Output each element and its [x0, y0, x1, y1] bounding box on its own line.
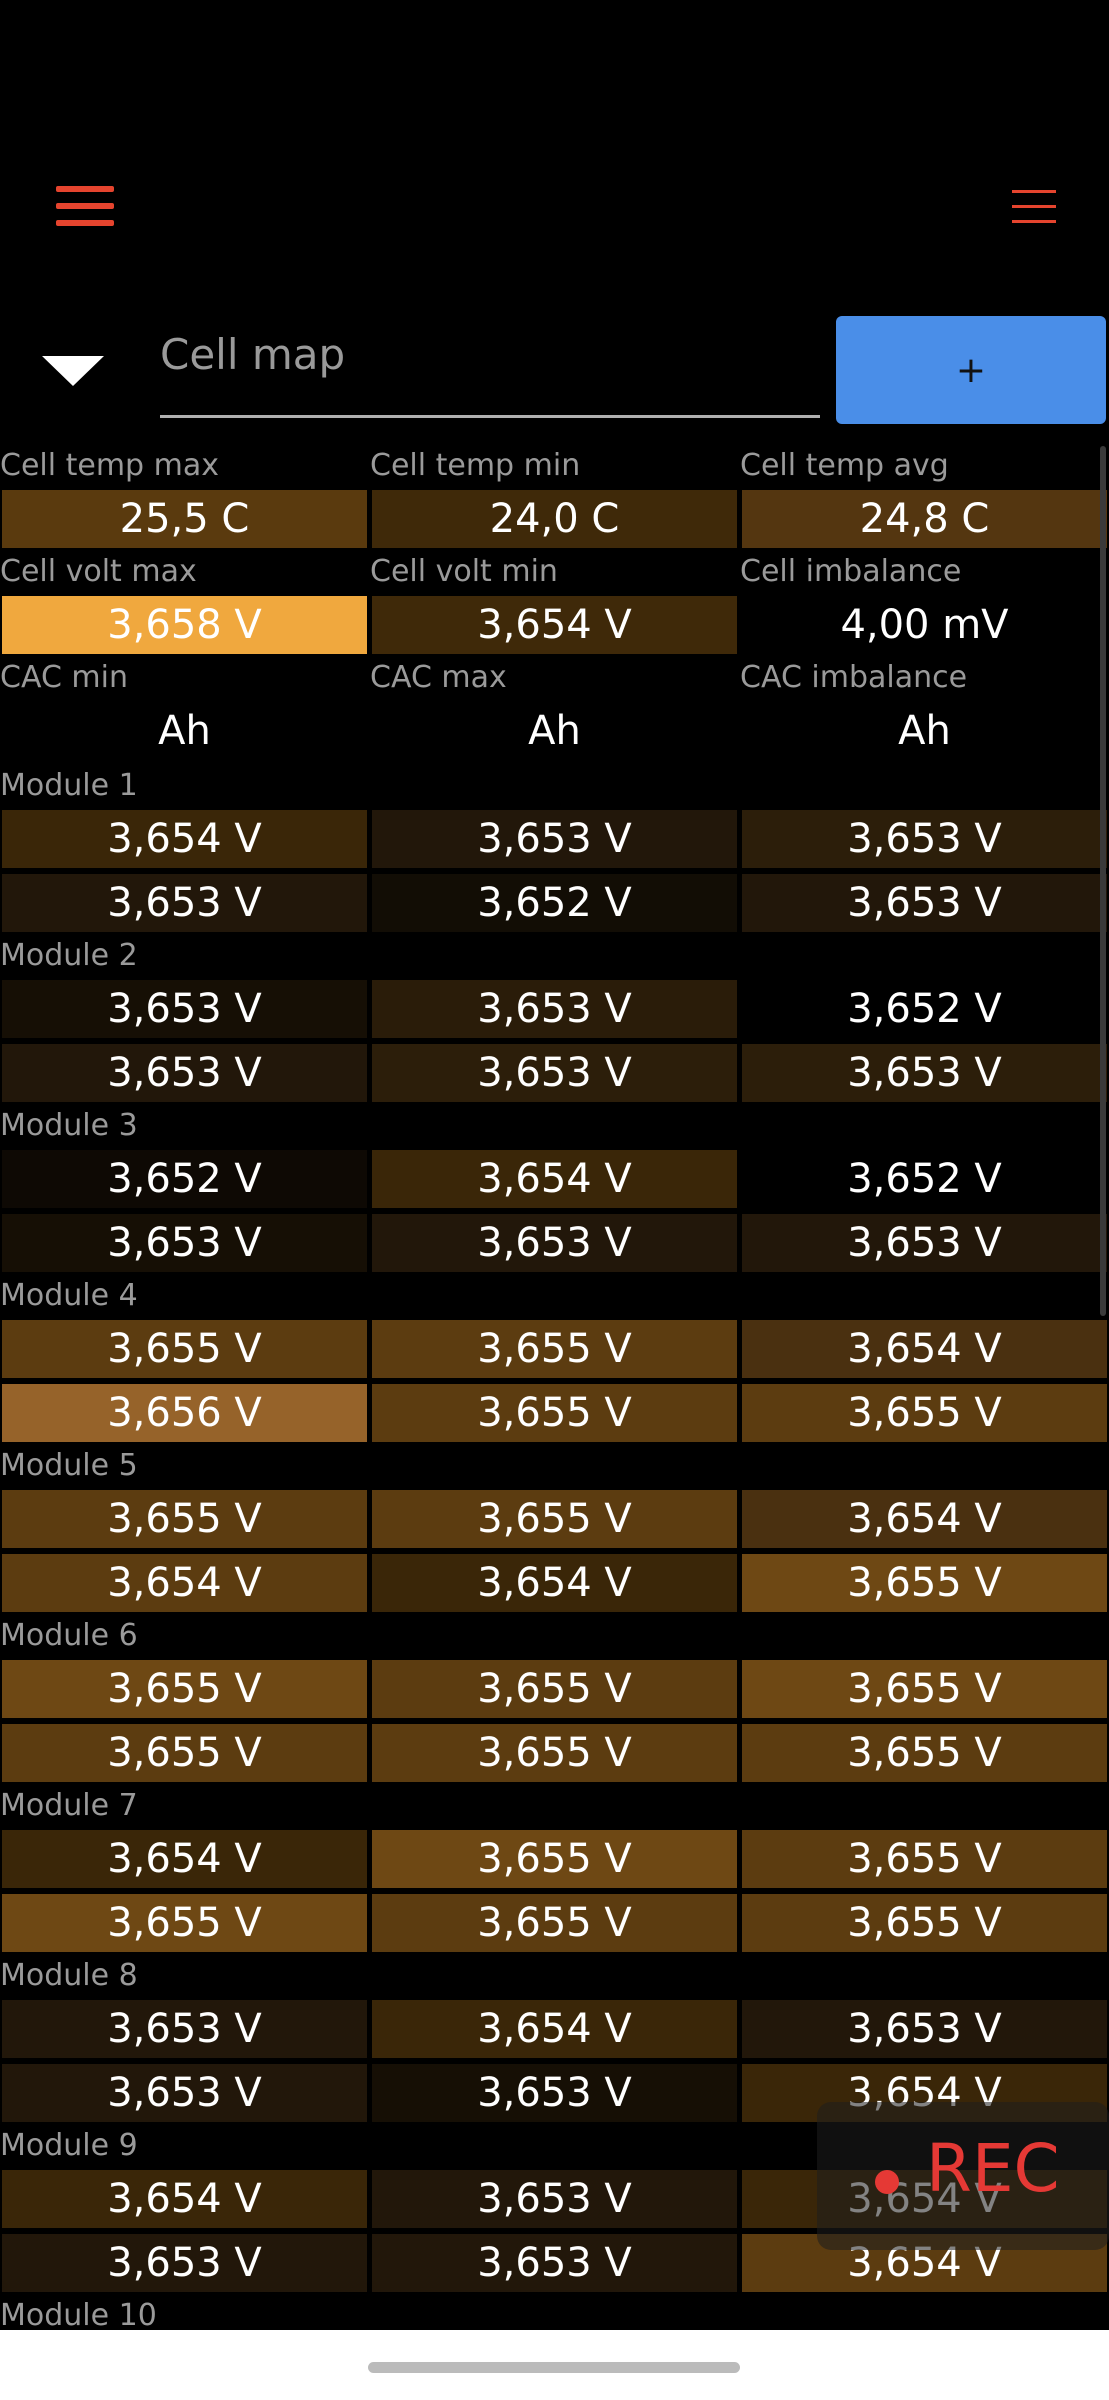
add-button[interactable]: +: [836, 316, 1106, 424]
cell-voltage[interactable]: 3,655 V: [372, 1320, 737, 1378]
cell-voltage[interactable]: 3,653 V: [2, 980, 367, 1038]
module-label: Module 2: [0, 938, 138, 973]
cell-voltage[interactable]: 3,653 V: [2, 1044, 367, 1102]
cell-voltage[interactable]: 3,652 V: [372, 874, 737, 932]
stat-value: 24,8 C: [742, 490, 1107, 548]
stat-label: CAC imbalance: [740, 660, 968, 695]
stat-value: 24,0 C: [372, 490, 737, 548]
module-label: Module 8: [0, 1958, 138, 1993]
cell-voltage[interactable]: 3,654 V: [2, 810, 367, 868]
cell-voltage[interactable]: 3,655 V: [372, 1660, 737, 1718]
stat-label: Cell imbalance: [740, 554, 962, 589]
view-select[interactable]: Cell map: [160, 318, 820, 418]
cell-voltage[interactable]: 3,654 V: [2, 1554, 367, 1612]
cell-voltage[interactable]: 3,656 V: [2, 1384, 367, 1442]
cell-voltage[interactable]: 3,653 V: [372, 810, 737, 868]
cell-voltage[interactable]: 3,653 V: [372, 2170, 737, 2228]
cell-voltage[interactable]: 3,653 V: [2, 2000, 367, 2058]
stat-value: 3,654 V: [372, 596, 737, 654]
cell-voltage[interactable]: 3,655 V: [2, 1490, 367, 1548]
cell-voltage[interactable]: 3,653 V: [2, 2234, 367, 2292]
list-icon[interactable]: [1012, 190, 1056, 224]
cell-voltage[interactable]: 3,655 V: [742, 1724, 1107, 1782]
stat-value: Ah: [742, 702, 1107, 760]
cell-voltage[interactable]: 3,655 V: [742, 1384, 1107, 1442]
stat-value: 4,00 mV: [742, 596, 1107, 654]
stat-value: Ah: [372, 702, 737, 760]
cell-voltage[interactable]: 3,653 V: [742, 874, 1107, 932]
stat-label: CAC min: [0, 660, 128, 695]
cell-voltage[interactable]: 3,655 V: [372, 1384, 737, 1442]
stat-label: Cell temp min: [370, 448, 581, 483]
cell-voltage[interactable]: 3,655 V: [2, 1320, 367, 1378]
stat-label: Cell temp avg: [740, 448, 949, 483]
cell-voltage[interactable]: 3,654 V: [742, 1490, 1107, 1548]
cell-voltage[interactable]: 3,653 V: [2, 1214, 367, 1272]
view-select-value: Cell map: [160, 330, 346, 379]
stat-label: Cell volt max: [0, 554, 197, 589]
module-label: Module 6: [0, 1618, 138, 1653]
stat-value: 25,5 C: [2, 490, 367, 548]
cell-voltage[interactable]: 3,654 V: [372, 1554, 737, 1612]
module-label: Module 3: [0, 1108, 138, 1143]
module-label: Module 10: [0, 2298, 157, 2333]
cell-voltage[interactable]: 3,655 V: [742, 1830, 1107, 1888]
cell-voltage[interactable]: 3,653 V: [372, 1044, 737, 1102]
cell-voltage[interactable]: 3,655 V: [742, 1554, 1107, 1612]
cell-voltage[interactable]: 3,655 V: [372, 1894, 737, 1952]
cell-voltage[interactable]: 3,652 V: [742, 980, 1107, 1038]
cell-voltage[interactable]: 3,654 V: [372, 1150, 737, 1208]
module-label: Module 4: [0, 1278, 138, 1313]
cell-voltage[interactable]: 3,653 V: [2, 874, 367, 932]
stat-value: 3,658 V: [2, 596, 367, 654]
cell-voltage[interactable]: 3,653 V: [372, 2064, 737, 2122]
cell-voltage[interactable]: 3,653 V: [2, 2064, 367, 2122]
hamburger-menu-icon[interactable]: [56, 186, 114, 226]
scrollbar[interactable]: [1100, 446, 1106, 1316]
cell-voltage[interactable]: 3,653 V: [742, 1044, 1107, 1102]
record-dot-icon: [875, 2170, 899, 2194]
module-label: Module 9: [0, 2128, 138, 2163]
stat-label: Cell temp max: [0, 448, 219, 483]
cell-voltage[interactable]: 3,655 V: [372, 1490, 737, 1548]
cell-voltage[interactable]: 3,652 V: [742, 1150, 1107, 1208]
cell-voltage[interactable]: 3,653 V: [742, 810, 1107, 868]
cell-voltage[interactable]: 3,653 V: [372, 2234, 737, 2292]
stat-label: CAC max: [370, 660, 507, 695]
rec-label: REC: [926, 2130, 1060, 2207]
dropdown-arrow-icon[interactable]: [42, 356, 104, 386]
cell-voltage[interactable]: 3,655 V: [2, 1894, 367, 1952]
cell-voltage[interactable]: 3,653 V: [372, 980, 737, 1038]
cell-voltage[interactable]: 3,654 V: [2, 1830, 367, 1888]
home-indicator[interactable]: [368, 2362, 740, 2373]
stat-value: Ah: [2, 702, 367, 760]
cell-voltage[interactable]: 3,653 V: [372, 1214, 737, 1272]
cell-voltage[interactable]: 3,654 V: [2, 2170, 367, 2228]
cell-voltage[interactable]: 3,655 V: [2, 1660, 367, 1718]
view-select-underline: [160, 415, 820, 418]
module-label: Module 1: [0, 768, 138, 803]
module-label: Module 7: [0, 1788, 138, 1823]
cell-voltage[interactable]: 3,653 V: [742, 2000, 1107, 2058]
stat-label: Cell volt min: [370, 554, 558, 589]
cell-voltage[interactable]: 3,655 V: [742, 1894, 1107, 1952]
cell-voltage[interactable]: 3,653 V: [742, 1214, 1107, 1272]
cell-voltage[interactable]: 3,652 V: [2, 1150, 367, 1208]
cell-voltage[interactable]: 3,654 V: [372, 2000, 737, 2058]
cell-voltage[interactable]: 3,655 V: [372, 1830, 737, 1888]
cell-voltage[interactable]: 3,655 V: [2, 1724, 367, 1782]
module-label: Module 5: [0, 1448, 138, 1483]
cell-voltage[interactable]: 3,655 V: [742, 1660, 1107, 1718]
cell-voltage[interactable]: 3,655 V: [372, 1724, 737, 1782]
cell-voltage[interactable]: 3,654 V: [742, 1320, 1107, 1378]
